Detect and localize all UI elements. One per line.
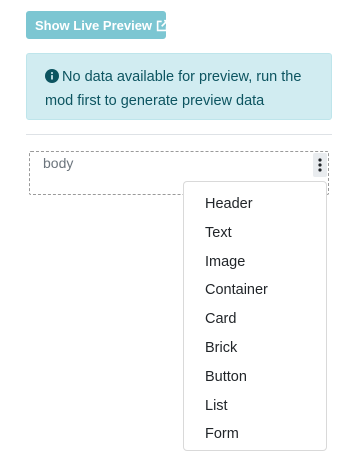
show-live-preview-button[interactable]: Show Live Preview: [26, 11, 169, 39]
body-label: body: [43, 155, 74, 171]
dropdown-item-card[interactable]: Card: [184, 307, 326, 336]
dropdown-item-container[interactable]: Container: [184, 278, 326, 307]
dropdown-item-header[interactable]: Header: [184, 192, 326, 221]
add-element-dropdown: Header Text Image Container Card Brick B…: [183, 181, 327, 451]
dropdown-item-button[interactable]: Button: [184, 365, 326, 394]
dropdown-item-brick[interactable]: Brick: [184, 336, 326, 365]
info-circle-icon: [45, 68, 59, 90]
alert-message: No data available for preview, run the m…: [45, 69, 302, 109]
kebab-menu-icon[interactable]: [313, 153, 327, 177]
preview-button-label: Show Live Preview: [35, 17, 153, 33]
dropdown-item-image[interactable]: Image: [184, 250, 326, 279]
no-data-alert: No data available for preview, run the m…: [26, 53, 332, 120]
external-link-icon: [156, 19, 169, 32]
dropdown-item-list[interactable]: List: [184, 394, 326, 423]
dropdown-item-form[interactable]: Form: [184, 422, 326, 451]
dropdown-item-text[interactable]: Text: [184, 221, 326, 250]
divider: [26, 134, 332, 135]
